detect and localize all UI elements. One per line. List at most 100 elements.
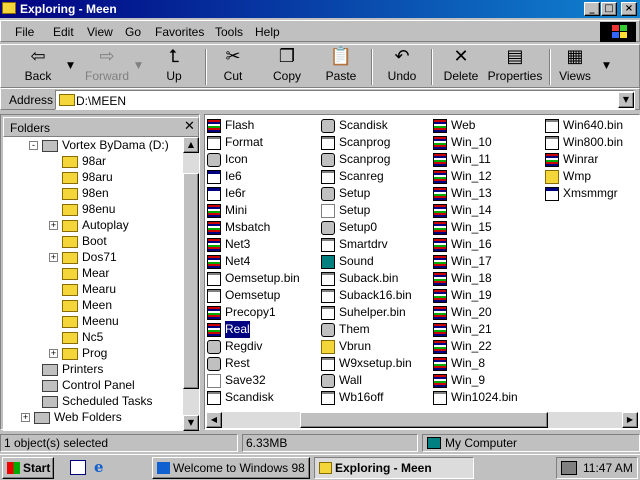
tree-item[interactable]: 98en — [3, 185, 183, 201]
file-item[interactable]: Win_22 — [433, 338, 549, 355]
forward-button[interactable]: ⇨ Forward — [83, 47, 131, 84]
tree-item[interactable]: 98aru — [3, 169, 183, 185]
file-item[interactable]: Oemsetup.bin — [207, 270, 323, 287]
maximize-button[interactable]: □ — [601, 2, 617, 16]
collapse-icon[interactable]: - — [29, 141, 38, 151]
expand-icon[interactable]: + — [21, 413, 30, 423]
title-bar[interactable]: Exploring - Meen _ □ × — [0, 0, 640, 18]
clock[interactable]: 11:47 AM — [583, 461, 633, 475]
file-item[interactable]: Real — [207, 321, 323, 338]
scroll-left-button[interactable]: ◀ — [206, 412, 222, 428]
taskbar-item-welcome[interactable]: Welcome to Windows 98 — [152, 457, 310, 479]
file-item[interactable]: Scandisk — [321, 117, 437, 134]
file-item[interactable]: Win_18 — [433, 270, 549, 287]
close-button[interactable]: × — [621, 2, 637, 16]
file-list-scrollbar[interactable]: ◀ ▶ — [206, 412, 638, 428]
tree-item[interactable]: Boot — [3, 233, 183, 249]
scroll-thumb[interactable] — [183, 173, 199, 389]
file-item[interactable]: Mini — [207, 202, 323, 219]
tree-item[interactable]: Mear — [3, 265, 183, 281]
file-item[interactable]: Scanprog — [321, 151, 437, 168]
file-item[interactable]: Web — [433, 117, 549, 134]
file-item[interactable]: Win_13 — [433, 185, 549, 202]
file-item[interactable]: W9xsetup.bin — [321, 355, 437, 372]
file-item[interactable]: Win_14 — [433, 202, 549, 219]
file-item[interactable]: Vbrun — [321, 338, 437, 355]
folder-tree-scrollbar[interactable]: ▲ ▼ — [183, 137, 199, 431]
file-item[interactable]: Regdiv — [207, 338, 323, 355]
file-item[interactable]: Win_12 — [433, 168, 549, 185]
menu-go[interactable]: Go — [125, 25, 141, 39]
task-scheduler-icon[interactable] — [561, 461, 577, 475]
menu-tools[interactable]: Tools — [215, 25, 243, 39]
file-item[interactable]: Format — [207, 134, 323, 151]
file-item[interactable]: Wall — [321, 372, 437, 389]
start-button[interactable]: Start — [2, 457, 54, 479]
file-item[interactable]: Winrar — [545, 151, 640, 168]
paste-button[interactable]: 📋 Paste — [319, 47, 363, 84]
scroll-up-button[interactable]: ▲ — [183, 137, 199, 153]
file-item[interactable]: Win_11 — [433, 151, 549, 168]
file-item[interactable]: Xmsmmgr — [545, 185, 640, 202]
tree-item[interactable]: + Autoplay — [3, 217, 183, 233]
file-item[interactable]: Wb16off — [321, 389, 437, 406]
file-item[interactable]: Oemsetup — [207, 287, 323, 304]
file-item[interactable]: Scanprog — [321, 134, 437, 151]
explorer-icon[interactable] — [2, 2, 16, 14]
minimize-button[interactable]: _ — [584, 2, 600, 16]
expand-icon[interactable]: + — [49, 349, 58, 359]
expand-icon[interactable]: + — [49, 253, 58, 263]
back-dropdown-icon[interactable]: ▼ — [67, 61, 74, 71]
file-item[interactable]: Setup — [321, 202, 437, 219]
file-item[interactable]: Scandisk — [207, 389, 323, 406]
file-item[interactable]: Win_21 — [433, 321, 549, 338]
views-dropdown-icon[interactable]: ▼ — [603, 61, 610, 71]
tree-item[interactable]: Meen — [3, 297, 183, 313]
file-item[interactable]: Ie6r — [207, 185, 323, 202]
tree-item[interactable]: 98ar — [3, 153, 183, 169]
file-item[interactable]: Win_20 — [433, 304, 549, 321]
copy-button[interactable]: ❐ Copy — [265, 47, 309, 84]
file-item[interactable]: Setup — [321, 185, 437, 202]
show-desktop-icon[interactable] — [70, 460, 86, 475]
file-item[interactable]: Win1024.bin — [433, 389, 549, 406]
scroll-right-button[interactable]: ▶ — [622, 412, 638, 428]
forward-dropdown-icon[interactable]: ▼ — [135, 61, 142, 71]
file-item[interactable]: Win_16 — [433, 236, 549, 253]
properties-button[interactable]: ▤ Properties — [487, 47, 543, 84]
file-item[interactable]: Them — [321, 321, 437, 338]
file-item[interactable]: Win_10 — [433, 134, 549, 151]
address-dropdown-button[interactable]: ▼ — [618, 92, 634, 108]
file-item[interactable]: Precopy1 — [207, 304, 323, 321]
file-item[interactable]: Sound — [321, 253, 437, 270]
menu-help[interactable]: Help — [255, 25, 280, 39]
tree-item[interactable]: 98enu — [3, 201, 183, 217]
file-item[interactable]: Scanreg — [321, 168, 437, 185]
undo-button[interactable]: ↶ Undo — [381, 47, 423, 84]
file-item[interactable]: Smartdrv — [321, 236, 437, 253]
file-item[interactable]: Wmp — [545, 168, 640, 185]
tree-item[interactable]: Printers — [3, 361, 183, 377]
file-item[interactable]: Rest — [207, 355, 323, 372]
file-item[interactable]: Icon — [207, 151, 323, 168]
expand-icon[interactable]: + — [49, 221, 58, 231]
file-item[interactable]: Win_19 — [433, 287, 549, 304]
file-item[interactable]: Win_15 — [433, 219, 549, 236]
menu-file[interactable]: File — [15, 25, 34, 39]
tree-item[interactable]: Meenu — [3, 313, 183, 329]
tree-item[interactable]: + Web Folders — [3, 409, 183, 425]
back-button[interactable]: ⇦ Back — [15, 47, 61, 84]
file-item[interactable]: Win640.bin — [545, 117, 640, 134]
file-item[interactable]: Suback.bin — [321, 270, 437, 287]
file-item[interactable]: Msbatch — [207, 219, 323, 236]
tree-item[interactable]: Nc5 — [3, 329, 183, 345]
file-item[interactable]: Flash — [207, 117, 323, 134]
views-button[interactable]: ▦ Views — [557, 47, 593, 84]
tree-item[interactable]: - Vortex ByDama (D:) — [3, 137, 183, 153]
file-item[interactable]: Win800.bin — [545, 134, 640, 151]
menu-edit[interactable]: Edit — [53, 25, 74, 39]
address-field[interactable]: D:\MEEN ▼ — [55, 90, 635, 110]
file-item[interactable]: Ie6 — [207, 168, 323, 185]
tree-item[interactable]: Control Panel — [3, 377, 183, 393]
file-item[interactable]: Suhelper.bin — [321, 304, 437, 321]
